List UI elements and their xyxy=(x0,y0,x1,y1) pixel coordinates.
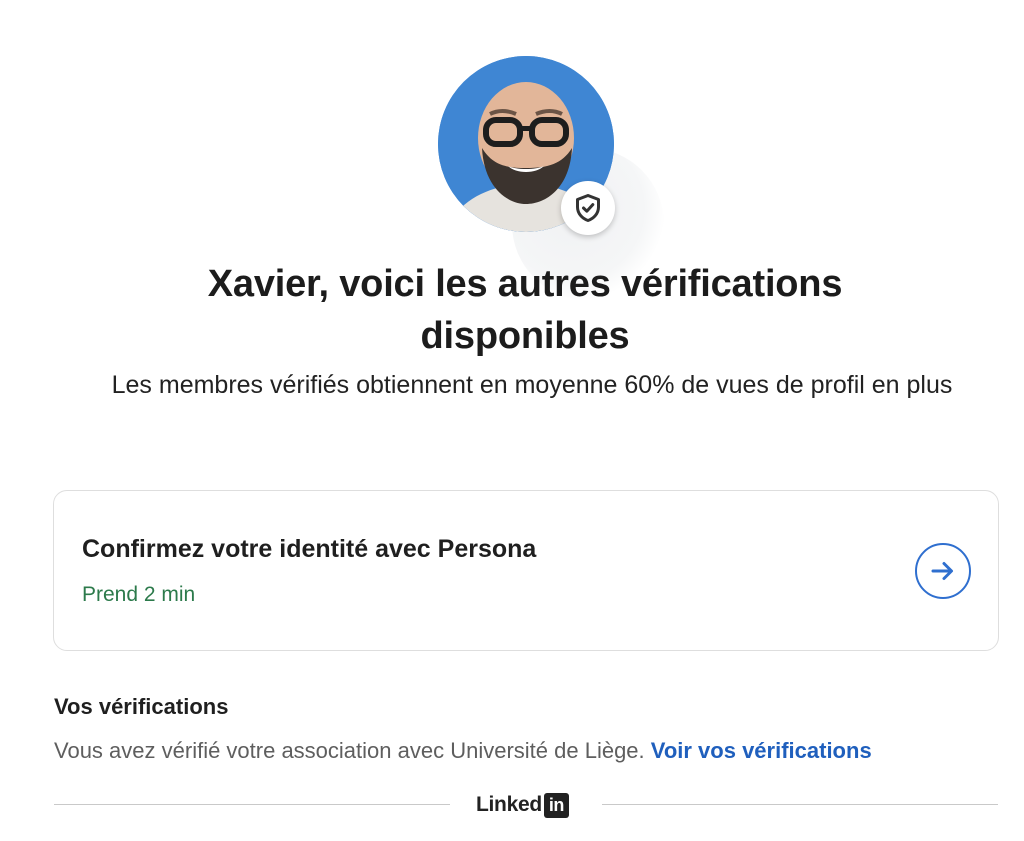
verifications-text: Vous avez vérifié votre association avec… xyxy=(54,738,1014,764)
page-subtitle: Les membres vérifiés obtiennent en moyen… xyxy=(111,371,953,399)
view-verifications-link[interactable]: Voir vos vérifications xyxy=(651,738,872,763)
verifications-title: Vos vérifications xyxy=(54,694,229,719)
linkedin-logo: Linked in xyxy=(476,791,569,819)
verifications-description: Vous avez vérifié votre association avec… xyxy=(54,738,645,763)
page-title: Xavier, voici les autres vérifications d… xyxy=(207,263,843,357)
start-verification-button[interactable] xyxy=(915,543,971,599)
logo-wordmark: Linked xyxy=(476,793,542,816)
verification-page: Xavier, voici les autres vérifications d… xyxy=(0,0,1024,841)
persona-verification-card[interactable]: Confirmez votre identité avec Persona Pr… xyxy=(53,490,999,651)
verified-shield-icon xyxy=(576,194,600,222)
footer-divider-right xyxy=(602,804,998,805)
card-title: Confirmez votre identité avec Persona xyxy=(82,535,537,563)
verified-badge xyxy=(561,181,615,235)
footer-divider-left xyxy=(54,804,450,805)
logo-in-badge: in xyxy=(543,792,569,818)
arrow-right-icon xyxy=(931,562,953,580)
card-duration: Prend 2 min xyxy=(82,583,196,606)
